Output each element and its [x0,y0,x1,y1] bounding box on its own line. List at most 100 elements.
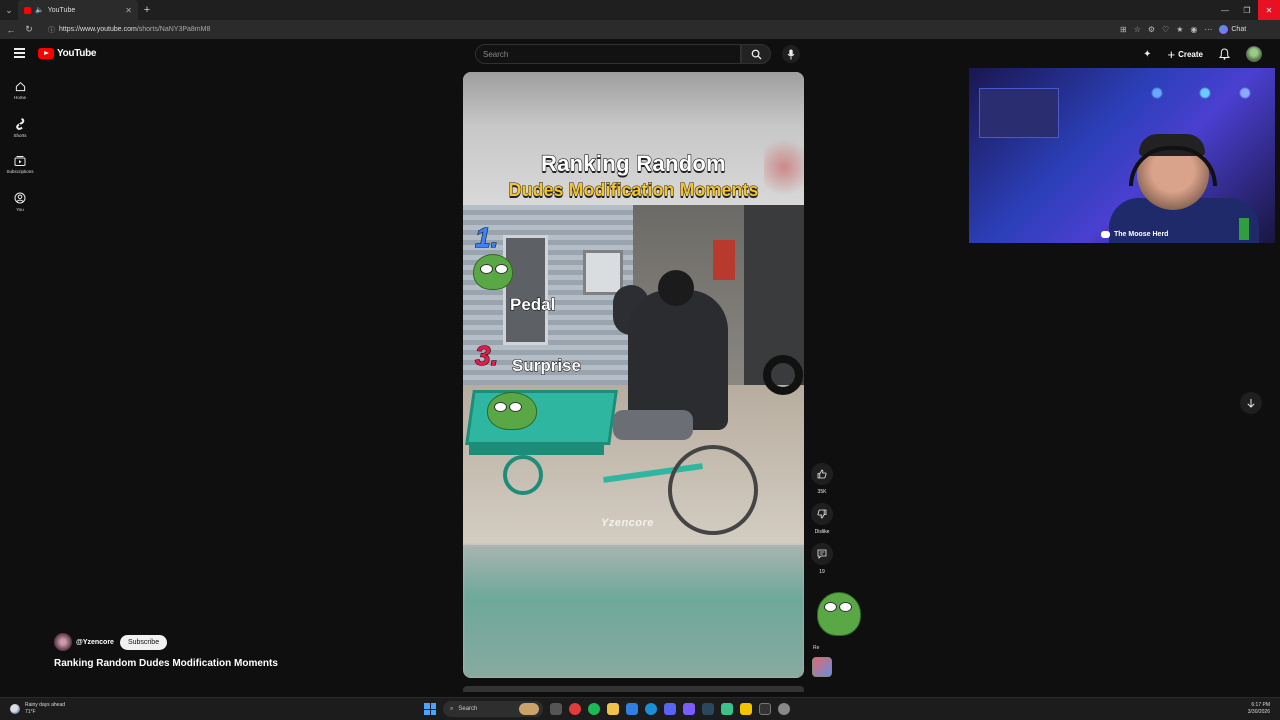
menu-hamburger-icon[interactable] [14,48,25,60]
app-icon[interactable] [721,703,733,715]
youtube-wordmark: YouTube [57,48,97,59]
voice-search-button[interactable] [782,45,800,63]
discord-tag: The Moose Herd [1101,231,1168,238]
sidebar-item-label: Subscriptions [6,169,34,174]
tab-youtube[interactable]: 🔈 YouTube ✕ [18,0,138,20]
search-button[interactable] [741,44,771,64]
new-tab-button[interactable]: + [138,4,156,16]
back-icon[interactable]: ← [6,25,16,35]
sidebar-item-label: Home [13,95,26,100]
pepe-sticker-icon [817,592,861,636]
profile-icon[interactable]: ◉ [1190,25,1197,34]
thumbs-down-icon [817,509,827,519]
scene-red-poster [713,240,735,280]
chat-label: Chat [1231,26,1247,33]
webcam-drink-can [1239,218,1249,240]
settings-gear-icon[interactable] [778,703,790,715]
channel-handle[interactable]: @Yzencore [76,639,114,646]
dislike-button[interactable] [811,503,833,525]
sound-thumbnail[interactable] [812,657,832,677]
search-input[interactable]: Search [475,44,742,64]
dislike-label: Dislike [814,529,830,535]
webcam-shelf [979,88,1059,138]
shorts-video-player[interactable]: Ranking Random Dudes Modification Moment… [463,72,804,678]
site-info-icon[interactable]: ⓘ [48,25,55,35]
scene-door [503,235,548,345]
subscribe-button[interactable]: Subscribe [119,634,168,650]
favorites-icon[interactable]: ★ [1176,25,1183,34]
discord-server-name: The Moose Herd [1114,231,1169,238]
sidebar-item-subscriptions[interactable]: Subscriptions [0,146,40,183]
arrow-down-icon [1247,399,1255,408]
scene-tire [763,355,803,395]
taskbar-search-label: Search [458,706,478,712]
thumbs-up-icon [817,469,827,479]
like-count: 35K [817,489,827,495]
shorts-icon [16,117,25,130]
extension-icon[interactable]: ⚙ [1148,25,1155,34]
obs-icon[interactable] [759,703,771,715]
tab-title: YouTube [47,6,76,14]
dislike-action: Dislike [811,503,833,535]
taskbar-clock[interactable]: 6:17 PM 3/30/2026 [1248,702,1270,716]
mini-guide-sidebar: Home Shorts Subscriptions You [0,72,40,220]
video-overlay-title-line2: Dudes Modification Moments [508,180,759,201]
copilot-chat-button[interactable]: Chat [1219,25,1246,34]
chrome-icon[interactable] [569,703,581,715]
like-button[interactable] [811,463,833,485]
more-menu-icon[interactable]: ⋯ [1204,25,1212,34]
minimize-icon[interactable]: — [1214,0,1236,20]
speaker-icon[interactable]: 🔈 [35,6,44,14]
remix-label: Re [813,645,820,651]
remix-button[interactable] [811,582,863,640]
scene-bicycle-wheel [668,445,758,535]
close-window-icon[interactable]: ✕ [1258,0,1280,20]
steam-icon[interactable] [702,703,714,715]
account-avatar[interactable] [1246,46,1262,62]
scene-rider-head [658,270,694,306]
microphone-icon [787,49,795,59]
taskbar-apps: ⌕ Search [424,701,790,717]
restore-icon[interactable]: ❐ [1236,0,1258,20]
sidebar-item-you[interactable]: You [0,183,40,220]
weather-widget[interactable]: Rainy days ahead 71°F [10,702,65,716]
pepe-sticker-icon [473,254,513,290]
you-icon [14,192,26,203]
sidebar-item-shorts[interactable]: Shorts [0,109,40,146]
create-button[interactable]: + Create [1168,48,1204,61]
store-icon[interactable] [626,703,638,715]
tab-list-chevron-icon[interactable]: ⌄ [0,0,18,20]
clock-date: 3/30/2026 [1247,709,1270,715]
video-title[interactable]: Ranking Random Dudes Modification Moment… [54,658,278,669]
video-bottom-blur [463,545,804,678]
taskbar-search[interactable]: ⌕ Search [443,701,543,717]
tab-close-icon[interactable]: ✕ [125,6,132,15]
comments-button[interactable] [811,543,833,565]
url-path: /shorts/NaNY3Pa8mM8 [136,26,211,33]
performance-icon[interactable]: ♡ [1162,25,1169,34]
scene-window [583,250,623,295]
webcam-led-lights [1109,78,1269,108]
next-short-preview[interactable] [463,686,804,692]
channel-avatar[interactable] [54,633,72,651]
discord-app-icon[interactable] [664,703,676,715]
rank1-number: 1. [474,222,499,254]
next-video-button[interactable] [1240,392,1262,414]
windows-start-icon[interactable] [424,703,436,715]
studio-sparkle-icon[interactable]: ✦ [1143,49,1151,60]
url-field[interactable]: ⓘ https://www.youtube.com/shorts/NaNY3Pa… [42,23,1112,37]
spotify-icon[interactable] [588,703,600,715]
file-explorer-icon[interactable] [607,703,619,715]
app-available-icon[interactable]: ⊞ [1120,25,1127,34]
edge-icon[interactable] [645,703,657,715]
home-icon [15,81,25,92]
grid-app-icon[interactable] [683,703,695,715]
bolt-app-icon[interactable] [740,703,752,715]
youtube-logo[interactable]: YouTube [38,48,97,59]
sidebar-item-home[interactable]: Home [0,72,40,109]
task-view-icon[interactable] [550,703,562,715]
favorite-star-icon[interactable]: ☆ [1134,25,1141,34]
notifications-bell-icon[interactable] [1219,48,1230,60]
scene-rider-legs [613,410,693,440]
reload-icon[interactable]: ↻ [24,24,34,35]
